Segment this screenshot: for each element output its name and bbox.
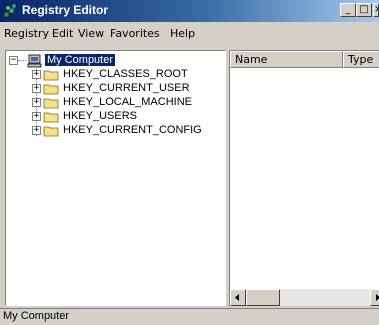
tree-node-hkey-current-user[interactable]: + HKEY_CURRENT_USER	[6, 82, 225, 96]
collapse-icon[interactable]: −	[9, 56, 18, 65]
folder-icon	[43, 112, 59, 123]
tree-label-hkey-current-user[interactable]: HKEY_CURRENT_USER	[63, 82, 190, 94]
tree-node-hkey-classes-root[interactable]: + HKEY_CLASSES_ROOT	[6, 68, 225, 82]
menu-favorites[interactable]: Favorites	[110, 27, 160, 40]
tree-node-hkey-users[interactable]: + HKEY_USERS	[6, 110, 225, 124]
expand-icon[interactable]: +	[32, 70, 41, 79]
menu-view[interactable]: View	[78, 27, 104, 40]
scrollbar-thumb[interactable]	[246, 289, 280, 306]
menu-edit[interactable]: Edit	[52, 27, 73, 40]
tree-label-hkey-users[interactable]: HKEY_USERS	[63, 110, 137, 122]
column-header-name[interactable]: Name	[230, 51, 343, 68]
arrow-right-icon	[376, 294, 379, 301]
menu-help[interactable]: Help	[170, 27, 195, 40]
close-button[interactable]: ×	[373, 3, 379, 17]
folder-icon	[43, 98, 59, 109]
status-bar: My Computer	[0, 308, 379, 325]
registry-editor-icon	[3, 3, 17, 18]
tree-label-hkey-current-config[interactable]: HKEY_CURRENT_CONFIG	[63, 124, 202, 136]
tree-node-hkey-local-machine[interactable]: + HKEY_LOCAL_MACHINE	[6, 96, 225, 110]
computer-icon	[27, 54, 42, 68]
expand-icon[interactable]: +	[32, 126, 41, 135]
title-bar[interactable]: Registry Editor _ □ ×	[0, 0, 379, 22]
folder-icon	[43, 84, 59, 95]
expand-icon[interactable]: +	[32, 84, 41, 93]
maximize-button[interactable]: □	[356, 3, 372, 17]
folder-icon	[43, 70, 59, 81]
scroll-left-button[interactable]	[230, 289, 246, 306]
tree-label-hkey-local-machine[interactable]: HKEY_LOCAL_MACHINE	[63, 96, 192, 108]
column-header-type[interactable]: Type	[343, 51, 379, 68]
expand-icon[interactable]: +	[32, 112, 41, 121]
tree-node-my-computer[interactable]: − My Computer	[6, 54, 225, 68]
tree-label-hkey-classes-root[interactable]: HKEY_CLASSES_ROOT	[63, 68, 188, 80]
window-title: Registry Editor	[22, 3, 109, 17]
tree-label-my-computer[interactable]: My Computer	[45, 54, 116, 66]
menu-registry[interactable]: Registry	[4, 27, 49, 40]
registry-tree-pane[interactable]: − My Computer + HKEY_CLASSES_ROOT + HKEY…	[5, 50, 226, 306]
minimize-button[interactable]: _	[340, 3, 356, 17]
arrow-left-icon	[235, 294, 239, 301]
registry-values-pane[interactable]: Name Type	[229, 50, 379, 306]
folder-icon	[43, 126, 59, 137]
scroll-right-button[interactable]	[370, 289, 379, 306]
menu-bar: Registry Edit View Favorites Help	[0, 25, 379, 43]
horizontal-scrollbar[interactable]	[230, 289, 379, 306]
status-text: My Computer	[3, 310, 70, 322]
registry-editor-window: Registry Editor _ □ × Registry Edit View…	[0, 0, 379, 325]
expand-icon[interactable]: +	[32, 98, 41, 107]
tree-connector	[18, 60, 26, 62]
tree-node-hkey-current-config[interactable]: + HKEY_CURRENT_CONFIG	[6, 124, 225, 138]
